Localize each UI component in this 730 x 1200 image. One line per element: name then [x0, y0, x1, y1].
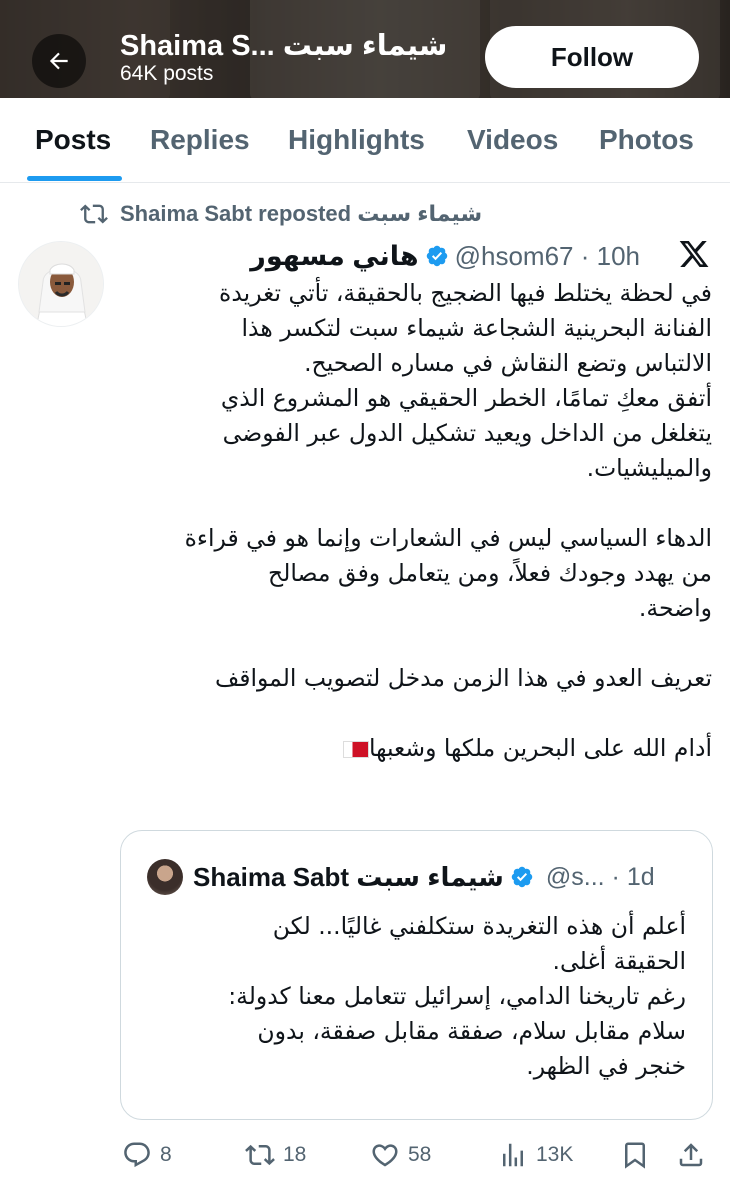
repost-text: Shaima Sabt reposted شيماء سبت — [120, 201, 483, 226]
repost-indicator[interactable]: Shaima Sabt reposted شيماء سبت — [80, 200, 482, 228]
profile-tabs: Posts Replies Highlights Videos Photos — [0, 98, 730, 183]
tweet-line: أتفق معكِ تمامًا، الخطر الحقيقي هو المشر… — [220, 384, 712, 412]
tab-photos[interactable]: Photos — [599, 124, 694, 156]
repost-button[interactable]: 18 — [245, 1135, 306, 1175]
reply-count: 8 — [160, 1143, 172, 1166]
tweet-line: الفنانة البحرينية الشجاعة شيماء سبت لتكس… — [241, 314, 712, 342]
quoted-author-handle: @s... · 1d — [545, 862, 655, 891]
quote-line: سلام مقابل سلام، صفقة مقابل صفقة، بدون — [257, 1017, 686, 1045]
author-name[interactable]: هاني مسهور — [250, 241, 418, 272]
verified-badge-icon — [426, 245, 447, 267]
tweet-line: الدهاء السياسي ليس في الشعارات وإنما هو … — [184, 524, 712, 552]
quoted-tweet[interactable]: Shaima Sabt شيماء سبت @s... · 1d أعلم أن… — [120, 830, 713, 1120]
views-button[interactable]: 13K — [498, 1135, 573, 1175]
tab-posts[interactable]: Posts — [35, 124, 111, 156]
profile-title: Shaima S... شيماء سبت — [120, 30, 448, 62]
quoted-author-avatar — [147, 859, 183, 895]
reply-icon — [124, 1142, 150, 1168]
views-count: 13K — [536, 1143, 574, 1166]
bookmark-icon — [625, 1142, 645, 1169]
repost-icon — [80, 204, 108, 224]
tweet-line: تعريف العدو في هذا الزمن مدخل لتصويب الم… — [214, 664, 712, 692]
profile-header: Shaima S... شيماء سبت 64K posts Follow — [0, 0, 730, 98]
quoted-tweet-header: Shaima Sabt شيماء سبت @s... · 1d — [147, 859, 655, 895]
tweet-line-final: أدام الله على البحرين ملكها وشعبها — [120, 731, 712, 766]
follow-button[interactable]: Follow — [485, 26, 699, 88]
author-handle[interactable]: @hsom67 · 10h — [455, 241, 640, 272]
verified-badge-icon — [511, 866, 533, 888]
quoted-author-name: Shaima Sabt شيماء سبت — [193, 861, 504, 892]
quoted-tweet-text: أعلم أن هذه التغريدة ستكلفني غاليًا... ل… — [136, 909, 686, 1084]
bookmark-button[interactable] — [620, 1135, 658, 1175]
tweet-line: الالتباس وتضع النقاش في مساره الصحيح. — [304, 349, 712, 377]
heart-icon — [372, 1144, 398, 1167]
tweet-line: واضحة. — [638, 594, 712, 622]
arrow-left-icon — [49, 52, 68, 70]
bahrain-flag-icon — [342, 741, 369, 758]
posts-count: 64K posts — [120, 62, 214, 85]
repost-count: 18 — [283, 1143, 307, 1166]
tweet-line: في لحظة يختلط فيها الضجيج بالحقيقة، تأتي… — [219, 279, 712, 307]
tweet-line: والميليشيات. — [586, 454, 712, 482]
tweet-author-row: هاني مسهور @hsom67 · 10h — [120, 236, 715, 276]
tweet-actions: 8 18 58 13K — [0, 1135, 730, 1175]
tab-videos[interactable]: Videos — [467, 124, 558, 156]
tweet-text: في لحظة يختلط فيها الضجيج بالحقيقة، تأتي… — [120, 276, 712, 766]
share-icon — [679, 1143, 703, 1167]
x-logo-icon — [679, 241, 709, 267]
quote-line: أعلم أن هذه التغريدة ستكلفني غاليًا... ل… — [272, 912, 686, 940]
tweet-line: يتغلغل من الداخل ويعيد تشكيل الدول عبر ا… — [222, 419, 712, 447]
avatar-photo — [19, 242, 103, 326]
quote-line: الحقيقة أغلى. — [552, 947, 686, 975]
quote-line: رغم تاريخنا الدامي، إسرائيل تتعامل معنا … — [228, 982, 686, 1010]
author-avatar[interactable] — [18, 241, 104, 327]
repost-icon — [245, 1144, 275, 1166]
share-button[interactable] — [676, 1135, 714, 1175]
active-tab-indicator — [27, 176, 122, 181]
back-button[interactable] — [32, 34, 86, 88]
tweet-line: من يهدد وجودك فعلاً، ومن يتعامل وفق مصال… — [268, 559, 712, 587]
quote-line: خنجر في الظهر. — [526, 1052, 686, 1080]
like-count: 58 — [408, 1143, 432, 1166]
analytics-icon — [503, 1143, 523, 1167]
tab-highlights[interactable]: Highlights — [288, 124, 425, 156]
like-button[interactable]: 58 — [370, 1135, 431, 1175]
reply-button[interactable]: 8 — [122, 1135, 172, 1175]
tab-replies[interactable]: Replies — [150, 124, 250, 156]
